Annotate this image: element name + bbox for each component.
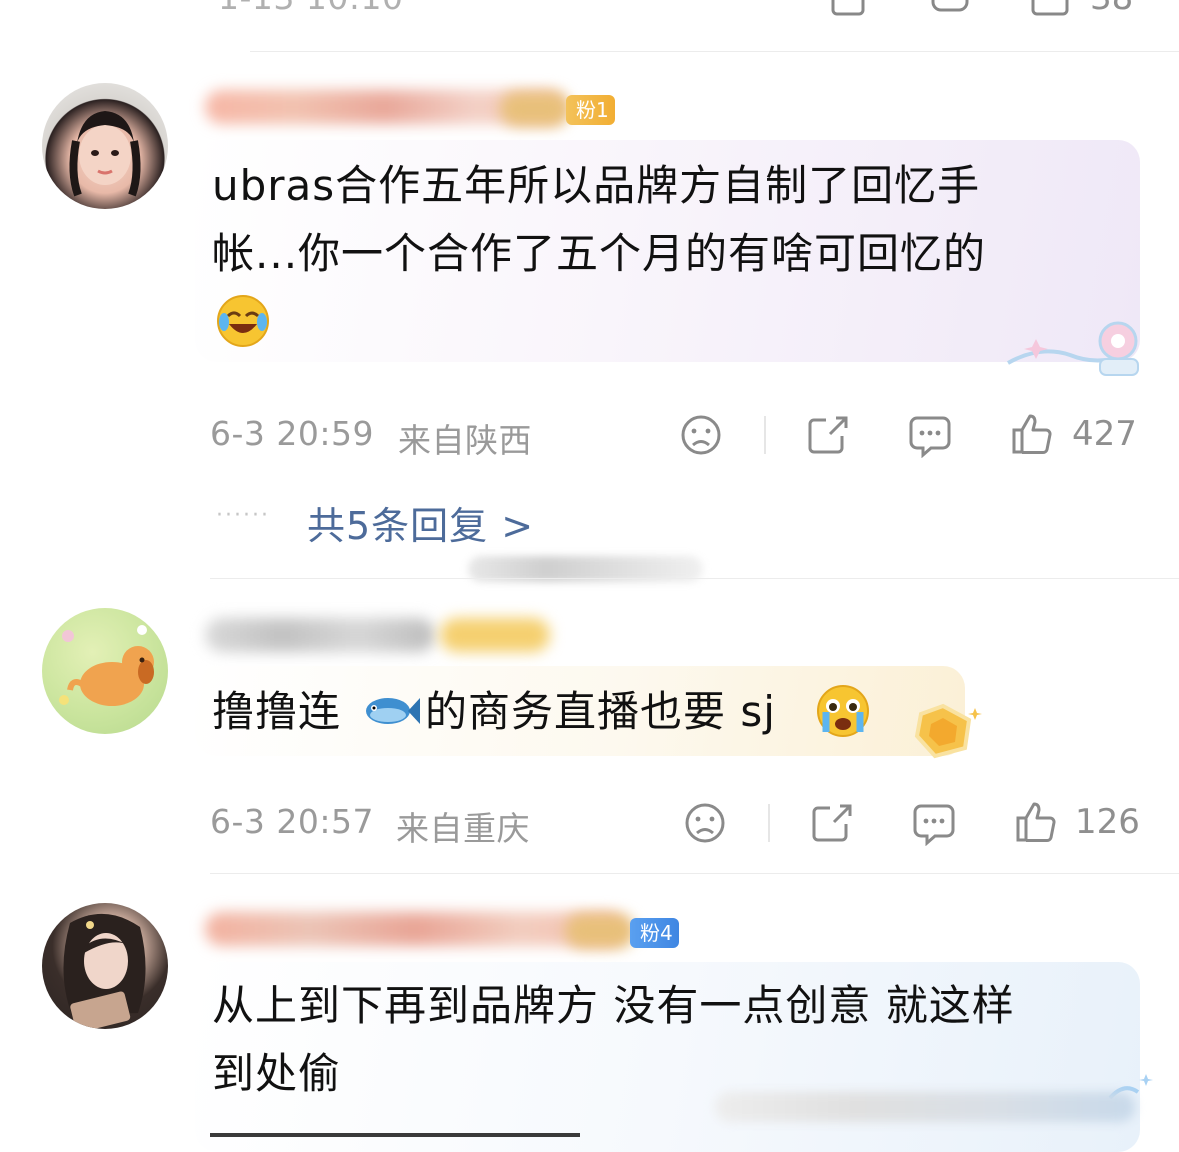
fan-badge-blur (500, 92, 570, 126)
divider (250, 51, 1179, 52)
like-icon[interactable] (1010, 412, 1054, 456)
comment-location: 来自陕西 (398, 421, 532, 460)
action-separator (768, 804, 770, 842)
reply-dots: ······ (216, 503, 270, 528)
username-blurred[interactable] (205, 912, 625, 946)
comment-time: 6-3 20:59 (210, 414, 374, 453)
divider (210, 873, 1179, 874)
dislike-icon[interactable] (684, 802, 726, 844)
top-share-icon[interactable] (830, 0, 868, 18)
top-like-count: 38 (1090, 0, 1133, 18)
bubble-decoration (905, 700, 985, 766)
fish-emoji-icon (360, 688, 422, 734)
bubble-decoration (1000, 315, 1160, 385)
fan-badge: 粉1 (566, 95, 615, 125)
bottom-edge-bar (210, 1133, 580, 1137)
share-icon[interactable] (810, 802, 854, 844)
dislike-icon[interactable] (680, 414, 722, 456)
action-separator (764, 416, 766, 454)
comment-location: 来自重庆 (396, 809, 530, 848)
avatar-dog-icon (59, 625, 154, 706)
username-blurred[interactable] (205, 618, 435, 652)
view-replies-link[interactable]: 共5条回复 > (307, 495, 534, 550)
comment-icon[interactable] (912, 802, 956, 846)
avatar-portrait-icon (63, 913, 146, 1029)
watermark-blur (715, 1092, 1135, 1122)
comment-text-line: 帐...你一个合作了五个月的有啥可回忆的 (212, 229, 987, 278)
divider (210, 578, 1179, 579)
top-partial-row: 1-13 10:10 38 (0, 0, 1179, 20)
like-icon[interactable] (1014, 800, 1058, 844)
share-icon[interactable] (806, 414, 850, 456)
top-partial-timestamp: 1-13 10:10 (218, 0, 404, 17)
fan-badge-label: 粉1 (576, 98, 609, 122)
fan-badge-label: 粉4 (640, 921, 673, 945)
comment-text-line: ubras合作五年所以品牌方自制了回忆手 (212, 161, 981, 210)
comment-text-line: 从上到下再到品牌方 没有一点创意 就这样 (212, 981, 1015, 1030)
like-count: 427 (1072, 414, 1137, 454)
avatar[interactable] (42, 608, 168, 734)
fan-badge: 粉4 (630, 918, 679, 948)
crying-emoji-icon (814, 682, 872, 740)
laugh-cry-emoji-icon (214, 292, 272, 348)
like-count: 126 (1075, 802, 1140, 842)
avatar[interactable] (42, 83, 168, 209)
comment-icon[interactable] (908, 414, 952, 458)
avatar-portrait-icon (69, 111, 141, 197)
avatar[interactable] (42, 903, 168, 1029)
top-comment-icon[interactable] (930, 0, 970, 18)
comment-text-after: 的商务直播也要 sj (425, 687, 776, 736)
comment-text-before: 撸撸连 (212, 687, 342, 736)
comment-text-line: 到处偷 (212, 1049, 342, 1098)
comment-time: 6-3 20:57 (210, 802, 374, 841)
fan-badge-blur (440, 618, 550, 652)
fan-badge-blur (565, 914, 635, 948)
top-like-icon[interactable] (1030, 0, 1070, 18)
